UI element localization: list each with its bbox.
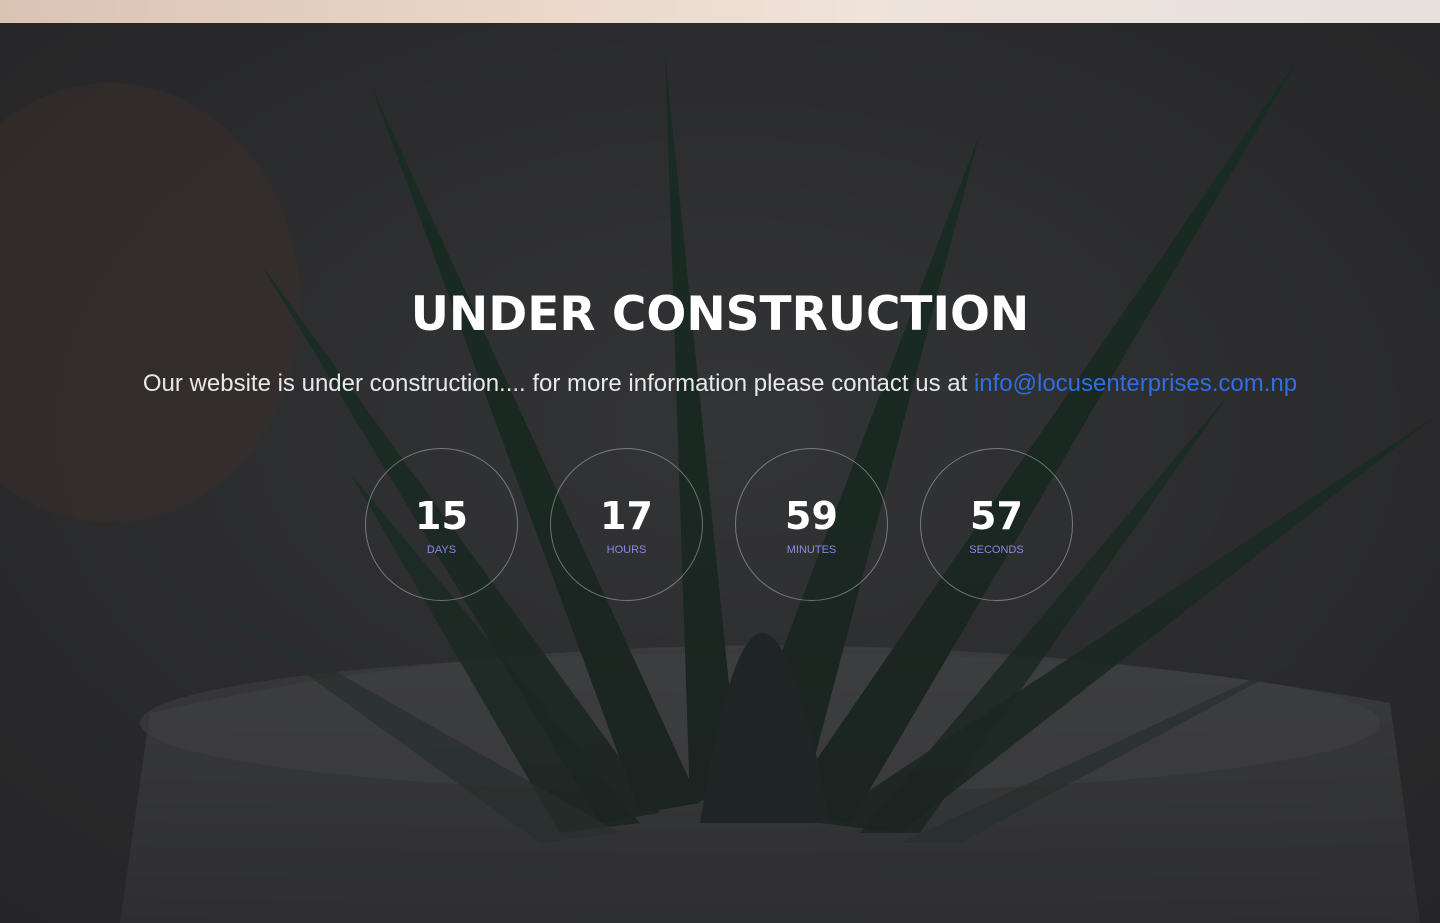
countdown-minutes: 59 MINUTES [735, 448, 888, 601]
top-photo-strip [0, 0, 1440, 23]
construction-message: Our website is under construction.... fo… [0, 366, 1440, 402]
countdown-minutes-label: MINUTES [786, 544, 837, 556]
countdown-days-value: 15 [415, 494, 468, 538]
countdown-hours: 17 HOURS [550, 448, 703, 601]
hero-content: UNDER CONSTRUCTION Our website is under … [0, 23, 1440, 923]
page: UNDER CONSTRUCTION Our website is under … [0, 0, 1440, 923]
page-title: UNDER CONSTRUCTION [410, 287, 1030, 342]
countdown-seconds-value: 57 [970, 494, 1023, 538]
contact-email-link[interactable]: info@locusenterprises.com.np [974, 370, 1297, 397]
message-text: Our website is under construction.... fo… [142, 370, 974, 397]
countdown-seconds: 57 SECONDS [920, 448, 1073, 601]
hero-section: UNDER CONSTRUCTION Our website is under … [0, 23, 1440, 923]
countdown-days: 15 DAYS [365, 448, 518, 601]
countdown-timer: 15 DAYS 17 HOURS 59 MINUTES 57 SECONDS [365, 448, 1075, 603]
countdown-seconds-label: SECONDS [969, 544, 1024, 556]
countdown-minutes-value: 59 [785, 494, 838, 538]
countdown-hours-value: 17 [600, 494, 653, 538]
countdown-hours-label: HOURS [606, 544, 647, 556]
countdown-days-label: DAYS [426, 544, 457, 556]
